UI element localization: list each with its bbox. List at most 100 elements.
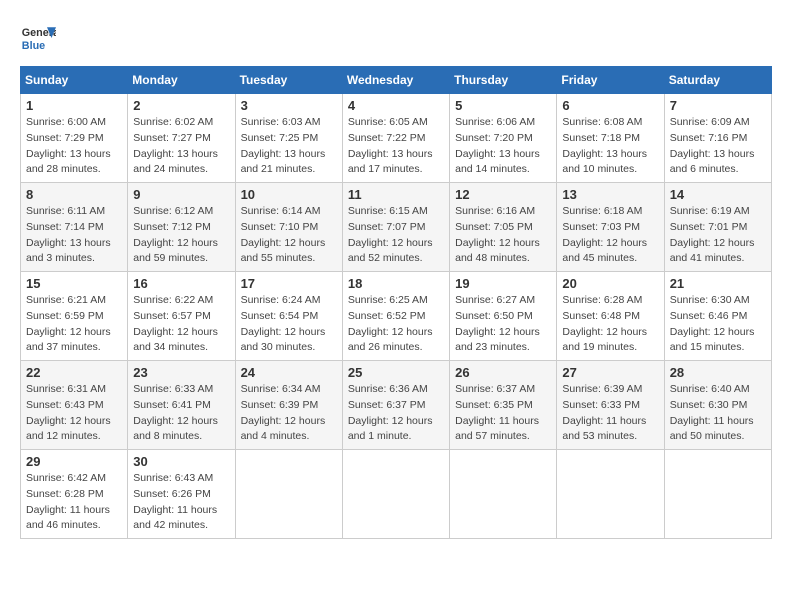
day-number: 10 [241,187,337,202]
day-number: 23 [133,365,229,380]
calendar-cell: 14 Sunrise: 6:19 AMSunset: 7:01 PMDaylig… [664,183,771,272]
day-number: 27 [562,365,658,380]
calendar-cell: 10 Sunrise: 6:14 AMSunset: 7:10 PMDaylig… [235,183,342,272]
calendar-cell: 23 Sunrise: 6:33 AMSunset: 6:41 PMDaylig… [128,361,235,450]
day-number: 5 [455,98,551,113]
calendar-cell: 25 Sunrise: 6:36 AMSunset: 6:37 PMDaylig… [342,361,449,450]
day-number: 8 [26,187,122,202]
day-detail: Sunrise: 6:03 AMSunset: 7:25 PMDaylight:… [241,116,326,175]
day-detail: Sunrise: 6:15 AMSunset: 7:07 PMDaylight:… [348,205,433,264]
day-detail: Sunrise: 6:36 AMSunset: 6:37 PMDaylight:… [348,383,433,442]
day-detail: Sunrise: 6:06 AMSunset: 7:20 PMDaylight:… [455,116,540,175]
day-number: 16 [133,276,229,291]
calendar-cell: 4 Sunrise: 6:05 AMSunset: 7:22 PMDayligh… [342,94,449,183]
day-detail: Sunrise: 6:31 AMSunset: 6:43 PMDaylight:… [26,383,111,442]
calendar-cell: 16 Sunrise: 6:22 AMSunset: 6:57 PMDaylig… [128,272,235,361]
day-detail: Sunrise: 6:37 AMSunset: 6:35 PMDaylight:… [455,383,539,442]
day-number: 17 [241,276,337,291]
day-detail: Sunrise: 6:19 AMSunset: 7:01 PMDaylight:… [670,205,755,264]
calendar-cell: 29 Sunrise: 6:42 AMSunset: 6:28 PMDaylig… [21,450,128,539]
day-number: 20 [562,276,658,291]
day-detail: Sunrise: 6:33 AMSunset: 6:41 PMDaylight:… [133,383,218,442]
calendar-cell: 8 Sunrise: 6:11 AMSunset: 7:14 PMDayligh… [21,183,128,272]
calendar-cell: 5 Sunrise: 6:06 AMSunset: 7:20 PMDayligh… [450,94,557,183]
calendar-cell: 21 Sunrise: 6:30 AMSunset: 6:46 PMDaylig… [664,272,771,361]
weekday-header-sunday: Sunday [21,67,128,94]
day-number: 15 [26,276,122,291]
calendar-cell: 30 Sunrise: 6:43 AMSunset: 6:26 PMDaylig… [128,450,235,539]
day-detail: Sunrise: 6:39 AMSunset: 6:33 PMDaylight:… [562,383,646,442]
calendar-cell [342,450,449,539]
day-detail: Sunrise: 6:30 AMSunset: 6:46 PMDaylight:… [670,294,755,353]
day-number: 2 [133,98,229,113]
day-detail: Sunrise: 6:22 AMSunset: 6:57 PMDaylight:… [133,294,218,353]
calendar-cell: 20 Sunrise: 6:28 AMSunset: 6:48 PMDaylig… [557,272,664,361]
logo: General Blue [20,20,56,56]
day-number: 6 [562,98,658,113]
day-number: 3 [241,98,337,113]
weekday-header-wednesday: Wednesday [342,67,449,94]
day-number: 30 [133,454,229,469]
calendar-cell: 24 Sunrise: 6:34 AMSunset: 6:39 PMDaylig… [235,361,342,450]
day-number: 18 [348,276,444,291]
calendar-cell: 18 Sunrise: 6:25 AMSunset: 6:52 PMDaylig… [342,272,449,361]
svg-text:Blue: Blue [22,40,45,52]
day-number: 24 [241,365,337,380]
day-number: 19 [455,276,551,291]
day-detail: Sunrise: 6:42 AMSunset: 6:28 PMDaylight:… [26,472,110,531]
day-number: 13 [562,187,658,202]
day-detail: Sunrise: 6:16 AMSunset: 7:05 PMDaylight:… [455,205,540,264]
calendar-cell: 7 Sunrise: 6:09 AMSunset: 7:16 PMDayligh… [664,94,771,183]
calendar-cell: 22 Sunrise: 6:31 AMSunset: 6:43 PMDaylig… [21,361,128,450]
calendar-cell: 9 Sunrise: 6:12 AMSunset: 7:12 PMDayligh… [128,183,235,272]
day-number: 26 [455,365,551,380]
day-detail: Sunrise: 6:02 AMSunset: 7:27 PMDaylight:… [133,116,218,175]
calendar-cell: 13 Sunrise: 6:18 AMSunset: 7:03 PMDaylig… [557,183,664,272]
day-detail: Sunrise: 6:24 AMSunset: 6:54 PMDaylight:… [241,294,326,353]
day-detail: Sunrise: 6:25 AMSunset: 6:52 PMDaylight:… [348,294,433,353]
weekday-header-saturday: Saturday [664,67,771,94]
day-number: 22 [26,365,122,380]
calendar-cell: 27 Sunrise: 6:39 AMSunset: 6:33 PMDaylig… [557,361,664,450]
day-number: 29 [26,454,122,469]
day-detail: Sunrise: 6:00 AMSunset: 7:29 PMDaylight:… [26,116,111,175]
day-detail: Sunrise: 6:34 AMSunset: 6:39 PMDaylight:… [241,383,326,442]
day-detail: Sunrise: 6:05 AMSunset: 7:22 PMDaylight:… [348,116,433,175]
day-number: 4 [348,98,444,113]
calendar-cell: 19 Sunrise: 6:27 AMSunset: 6:50 PMDaylig… [450,272,557,361]
day-detail: Sunrise: 6:18 AMSunset: 7:03 PMDaylight:… [562,205,647,264]
day-detail: Sunrise: 6:21 AMSunset: 6:59 PMDaylight:… [26,294,111,353]
day-detail: Sunrise: 6:12 AMSunset: 7:12 PMDaylight:… [133,205,218,264]
calendar-cell: 3 Sunrise: 6:03 AMSunset: 7:25 PMDayligh… [235,94,342,183]
day-detail: Sunrise: 6:40 AMSunset: 6:30 PMDaylight:… [670,383,754,442]
day-number: 25 [348,365,444,380]
calendar-cell: 11 Sunrise: 6:15 AMSunset: 7:07 PMDaylig… [342,183,449,272]
calendar-cell: 12 Sunrise: 6:16 AMSunset: 7:05 PMDaylig… [450,183,557,272]
weekday-header-tuesday: Tuesday [235,67,342,94]
page-header: General Blue [20,20,772,56]
day-number: 1 [26,98,122,113]
day-number: 7 [670,98,766,113]
calendar-cell [450,450,557,539]
calendar-cell: 26 Sunrise: 6:37 AMSunset: 6:35 PMDaylig… [450,361,557,450]
day-detail: Sunrise: 6:14 AMSunset: 7:10 PMDaylight:… [241,205,326,264]
day-number: 28 [670,365,766,380]
weekday-header-thursday: Thursday [450,67,557,94]
day-detail: Sunrise: 6:28 AMSunset: 6:48 PMDaylight:… [562,294,647,353]
calendar-cell: 15 Sunrise: 6:21 AMSunset: 6:59 PMDaylig… [21,272,128,361]
day-detail: Sunrise: 6:43 AMSunset: 6:26 PMDaylight:… [133,472,217,531]
day-number: 11 [348,187,444,202]
day-detail: Sunrise: 6:27 AMSunset: 6:50 PMDaylight:… [455,294,540,353]
calendar-cell: 28 Sunrise: 6:40 AMSunset: 6:30 PMDaylig… [664,361,771,450]
weekday-header-friday: Friday [557,67,664,94]
weekday-header-monday: Monday [128,67,235,94]
calendar-cell: 6 Sunrise: 6:08 AMSunset: 7:18 PMDayligh… [557,94,664,183]
calendar-cell [557,450,664,539]
day-number: 21 [670,276,766,291]
day-number: 9 [133,187,229,202]
calendar-cell [235,450,342,539]
day-number: 14 [670,187,766,202]
calendar-cell: 2 Sunrise: 6:02 AMSunset: 7:27 PMDayligh… [128,94,235,183]
logo-icon: General Blue [20,20,56,56]
calendar-cell [664,450,771,539]
